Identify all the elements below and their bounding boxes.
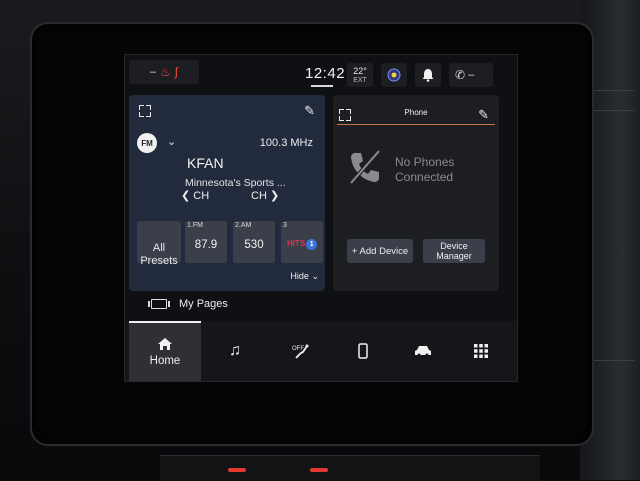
seat-status-text: –: [149, 66, 157, 78]
edit-pencil-icon[interactable]: ✎: [304, 103, 315, 119]
phone-title-underline: [337, 124, 495, 125]
music-note-icon: ♫: [229, 342, 241, 359]
station-logo: HITS 1: [287, 239, 318, 250]
outside-temperature: 22° EXT: [347, 63, 373, 87]
device-manager-button[interactable]: Device Manager: [423, 239, 485, 263]
channel-prev-label: CH: [193, 190, 210, 202]
clock-underline: [311, 85, 333, 87]
device-manager-label: Device Manager: [436, 241, 472, 261]
preset-label: 3: [283, 222, 287, 229]
smartphone-icon: [358, 343, 368, 359]
seat-heat-icon: ♨: [160, 65, 171, 79]
edit-pencil-icon[interactable]: ✎: [478, 107, 489, 123]
preset-1[interactable]: 1.FM 87.9: [185, 221, 227, 263]
nav-controls[interactable]: OFF: [271, 321, 331, 381]
air-vents: [160, 455, 540, 481]
hide-button[interactable]: Hide ⌄: [290, 271, 319, 282]
band-badge[interactable]: FM: [137, 133, 157, 153]
expand-icon[interactable]: [139, 105, 151, 117]
chevron-right-icon: ❯: [269, 190, 280, 202]
infotainment-screen: – ♨ ∫ 12:42 22° EXT ✆ – ✎ FM ⌄ 100.3 MHz…: [124, 54, 518, 382]
station-name: KFAN: [187, 155, 224, 171]
svg-text:OFF: OFF: [292, 346, 304, 352]
channel-next-button[interactable]: CH ❯: [251, 189, 279, 202]
car-icon: [415, 346, 431, 357]
frequency: 100.3 MHz: [259, 137, 313, 149]
phone-card[interactable]: Phone ✎ No Phones Connected + Add Device…: [333, 95, 499, 291]
assistant-icon: [387, 68, 401, 82]
home-icon: [158, 338, 172, 350]
nav-home[interactable]: Home: [129, 321, 201, 381]
temperature-value: 22°: [353, 66, 367, 76]
channel-next-label: CH: [251, 190, 267, 202]
notifications-button[interactable]: [415, 63, 441, 87]
seat-heat-control[interactable]: – ♨ ∫: [129, 60, 199, 84]
my-pages-button[interactable]: My Pages: [148, 298, 228, 310]
station-description: Minnesota's Sports ...: [185, 177, 286, 189]
status-bar: – ♨ ∫ 12:42 22° EXT ✆ –: [125, 55, 517, 89]
phone-status-text: –: [468, 69, 475, 81]
phone-card-title: Phone: [404, 108, 428, 117]
channel-prev-button[interactable]: ❮ CH: [181, 189, 209, 202]
add-device-button[interactable]: + Add Device: [347, 239, 413, 263]
my-pages-label: My Pages: [179, 298, 228, 310]
voice-assistant-button[interactable]: [381, 63, 407, 87]
apps-grid-icon: [474, 344, 488, 358]
clock: 12:42: [305, 65, 346, 82]
preset-label: 1.FM: [187, 222, 203, 229]
all-presets-label: All Presets: [140, 242, 178, 267]
no-phones-message: No Phones Connected: [395, 155, 455, 184]
no-phone-icon: [349, 149, 381, 185]
chevron-left-icon: ❮: [181, 190, 191, 202]
bell-icon: [422, 69, 434, 82]
preset-3[interactable]: 3 HITS 1: [281, 221, 323, 263]
nav-vehicle[interactable]: [393, 321, 453, 381]
phone-status-icon: ✆: [455, 68, 466, 82]
chevron-down-icon: ⌄: [311, 271, 319, 281]
radio-card[interactable]: ✎ FM ⌄ 100.3 MHz KFAN Minnesota's Sports…: [129, 95, 325, 291]
temperature-label: EXT: [353, 77, 367, 84]
climate-off-icon: OFF: [292, 344, 309, 359]
chevron-down-icon[interactable]: ⌄: [167, 135, 176, 148]
bottom-nav: Home ♫ OFF: [125, 321, 517, 381]
hide-label: Hide: [290, 271, 309, 281]
all-presets-button[interactable]: All Presets: [137, 221, 181, 267]
steering-heat-icon: ∫: [174, 65, 179, 79]
preset-value: 530: [244, 239, 264, 251]
phone-status-button[interactable]: ✆ –: [449, 63, 493, 87]
preset-label: 2.AM: [235, 222, 252, 229]
pages-icon: [148, 299, 170, 309]
home-label: Home: [149, 355, 181, 367]
preset-value: 87.9: [194, 239, 218, 251]
preset-2[interactable]: 2.AM 530: [233, 221, 275, 263]
nav-apps[interactable]: [451, 321, 511, 381]
nav-phone[interactable]: [333, 321, 393, 381]
nav-media[interactable]: ♫: [205, 321, 265, 381]
